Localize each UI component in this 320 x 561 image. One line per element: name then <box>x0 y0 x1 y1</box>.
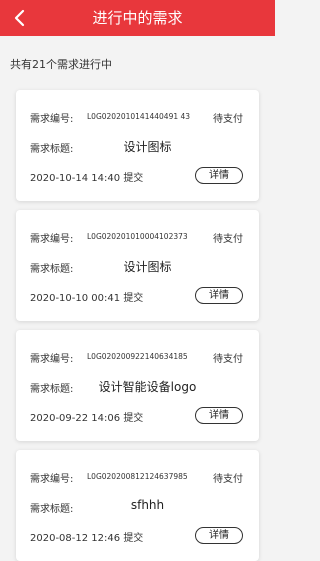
details-button[interactable]: 详情 <box>195 407 243 424</box>
request-number: L0G020201010004102373 <box>87 232 188 241</box>
title-label: 需求标题: <box>30 144 74 155</box>
status-badge: 待支付 <box>213 474 243 485</box>
page-title: 进行中的需求 <box>92 9 183 27</box>
request-title: sfhhh <box>130 498 165 512</box>
request-card: 需求编号: L0G020201010004102373 待支付 需求标题: 设计… <box>16 210 259 321</box>
submitted-label: 提交 <box>123 293 144 304</box>
number-label: 需求编号: <box>30 234 74 245</box>
status-badge: 待支付 <box>213 114 243 125</box>
request-number: L0G020200922140634185 <box>87 352 188 361</box>
status-badge: 待支付 <box>213 234 243 245</box>
request-title: 设计图标 <box>123 260 172 274</box>
submitted-label: 提交 <box>123 533 144 544</box>
submit-date: 2020-09-22 14:06 <box>30 413 121 424</box>
details-button[interactable]: 详情 <box>195 287 243 304</box>
submit-date: 2020-10-10 00:41 <box>30 293 121 304</box>
submit-date: 2020-08-12 12:46 <box>30 533 121 544</box>
submit-time: 2020-10-14 14:40 提交 <box>30 169 143 184</box>
title-label: 需求标题: <box>30 264 74 275</box>
title-label: 需求标题: <box>30 384 74 395</box>
app-header: 进行中的需求 <box>0 0 275 36</box>
submit-time: 2020-09-22 14:06 提交 <box>30 409 143 424</box>
request-number: L0G020200812124637985 <box>87 472 188 481</box>
request-card: 需求编号: L0G0202010141440491 43 待支付 需求标题: 设… <box>16 90 259 201</box>
submit-time: 2020-10-10 00:41 提交 <box>30 289 143 304</box>
request-title: 设计智能设备logo <box>98 380 197 394</box>
number-label: 需求编号: <box>30 354 74 365</box>
request-title: 设计图标 <box>123 140 172 154</box>
submit-date: 2020-10-14 14:40 <box>30 173 121 184</box>
status-badge: 待支付 <box>213 354 243 365</box>
request-count: 共有21个需求进行中 <box>10 58 112 71</box>
details-button[interactable]: 详情 <box>195 527 243 544</box>
submitted-label: 提交 <box>123 173 144 184</box>
submitted-label: 提交 <box>123 413 144 424</box>
title-label: 需求标题: <box>30 504 74 515</box>
request-card: 需求编号: L0G020200812124637985 待支付 需求标题: sf… <box>16 450 259 561</box>
submit-time: 2020-08-12 12:46 提交 <box>30 529 143 544</box>
details-button[interactable]: 详情 <box>195 167 243 184</box>
number-label: 需求编号: <box>30 474 74 485</box>
request-card: 需求编号: L0G020200922140634185 待支付 需求标题: 设计… <box>16 330 259 441</box>
request-number: L0G0202010141440491 43 <box>87 112 191 121</box>
number-label: 需求编号: <box>30 114 74 125</box>
